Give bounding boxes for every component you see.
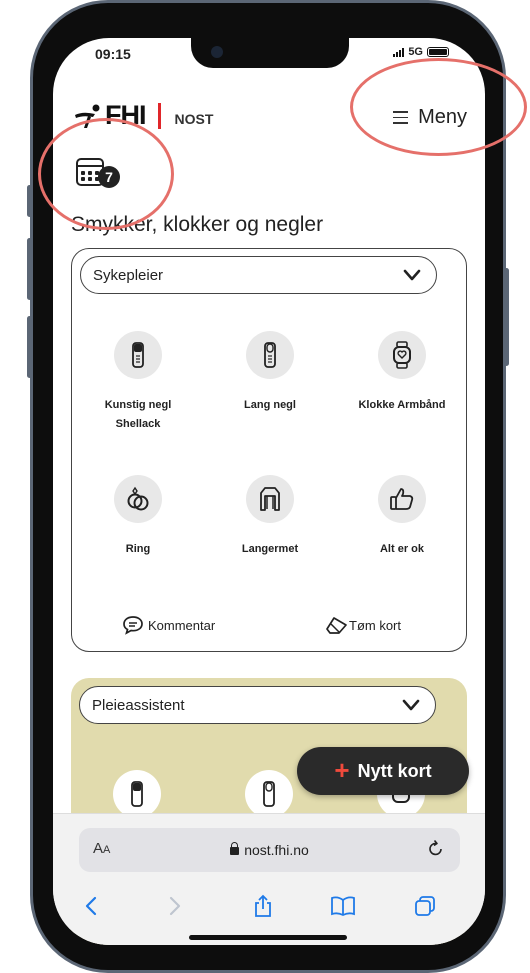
- artificial-nail-icon: [132, 342, 144, 368]
- comment-button[interactable]: Kommentar: [122, 615, 215, 635]
- logo-divider: [157, 102, 161, 129]
- card-count-badge: 7: [98, 166, 120, 188]
- option-sublabel: Shellack: [115, 418, 161, 430]
- long-sleeve-icon: [260, 487, 280, 511]
- share-button[interactable]: [249, 892, 277, 920]
- url-text: nost.fhi.no: [244, 842, 309, 858]
- role-select-value: Sykepleier: [93, 266, 164, 284]
- address-bar[interactable]: AA nost.fhi.no: [79, 828, 460, 872]
- tabs-icon: [415, 896, 435, 916]
- fhi-logo-mark-icon: [75, 104, 100, 128]
- role-select[interactable]: Sykepleier: [80, 256, 437, 294]
- forward-button[interactable]: [161, 892, 189, 920]
- eraser-icon: [326, 617, 347, 634]
- menu-label: Meny: [418, 106, 467, 128]
- thumbs-up-icon: [390, 488, 414, 510]
- role-select[interactable]: Pleieassistent: [79, 686, 436, 724]
- card-counter[interactable]: 7: [76, 156, 120, 190]
- option-label: Lang negl: [244, 399, 296, 411]
- option-label: Ring: [125, 543, 151, 555]
- status-time: 09:15: [95, 46, 131, 62]
- role-select-value: Pleieassistent: [92, 696, 185, 714]
- option-label: Kunstig negl: [104, 399, 172, 411]
- option-label: Langermet: [241, 543, 299, 555]
- option-alt-er-ok[interactable]: Alt er ok: [336, 475, 468, 561]
- chevron-left-icon: [85, 896, 97, 916]
- reload-icon[interactable]: [426, 839, 446, 859]
- back-button[interactable]: [77, 892, 105, 920]
- chevron-right-icon: [169, 896, 181, 916]
- page-title: Smykker, klokker og negler: [71, 213, 324, 236]
- chevron-down-icon: [403, 269, 421, 281]
- new-card-label: Nytt kort: [357, 760, 432, 781]
- new-card-button[interactable]: + Nytt kort: [297, 747, 469, 795]
- clear-card-button[interactable]: Tøm kort: [325, 615, 401, 635]
- ring-icon: [127, 486, 149, 511]
- option-lang-negl[interactable]: Lang negl: [204, 331, 336, 417]
- book-icon: [331, 896, 355, 916]
- clear-card-label: Tøm kort: [349, 617, 401, 633]
- comment-label: Kommentar: [148, 617, 216, 633]
- signal-icon: [393, 47, 405, 57]
- logo-subtitle: NOST: [174, 110, 214, 127]
- long-nail-icon: [264, 342, 276, 368]
- network-type: 5G: [408, 46, 423, 58]
- front-camera: [211, 46, 223, 58]
- lock-icon: [230, 842, 240, 855]
- option-kunstig-negl[interactable]: [113, 770, 161, 818]
- tabs-button[interactable]: [411, 892, 439, 920]
- option-lang-negl[interactable]: [245, 770, 293, 818]
- comment-icon: [123, 616, 143, 635]
- option-kunstig-negl[interactable]: Kunstig negl Shellack: [72, 331, 204, 431]
- watch-icon: [393, 341, 411, 369]
- bookmarks-button[interactable]: [329, 892, 357, 920]
- option-label: Alt er ok: [379, 543, 424, 555]
- browser-bar: AA nost.fhi.no: [53, 813, 485, 945]
- home-indicator: [189, 935, 347, 940]
- plus-icon: +: [334, 755, 350, 785]
- fhi-logo[interactable]: FHI NOST: [73, 100, 213, 131]
- logo-text: FHI: [105, 100, 146, 130]
- status-indicators: 5G: [393, 46, 449, 58]
- chevron-down-icon: [402, 699, 420, 711]
- option-ring[interactable]: Ring: [72, 475, 204, 561]
- phone-screen: 09:15 5G FHI NOST Meny 7 Smykker, klokke…: [53, 38, 485, 945]
- url-display: nost.fhi.no: [79, 842, 460, 858]
- hamburger-icon: [393, 111, 409, 124]
- menu-button[interactable]: Meny: [393, 106, 467, 129]
- battery-icon: [427, 47, 449, 57]
- share-icon: [255, 894, 271, 917]
- notch: [191, 38, 349, 68]
- option-label: Klokke Armbånd: [358, 399, 446, 411]
- option-langermet[interactable]: Langermet: [204, 475, 336, 561]
- long-nail-icon: [263, 781, 275, 807]
- artificial-nail-icon: [131, 781, 143, 807]
- option-klokke-armband[interactable]: Klokke Armbånd: [336, 331, 468, 417]
- card-panel-sykepleier: Sykepleier Kunstig negl Shellack Lang ne…: [71, 248, 467, 652]
